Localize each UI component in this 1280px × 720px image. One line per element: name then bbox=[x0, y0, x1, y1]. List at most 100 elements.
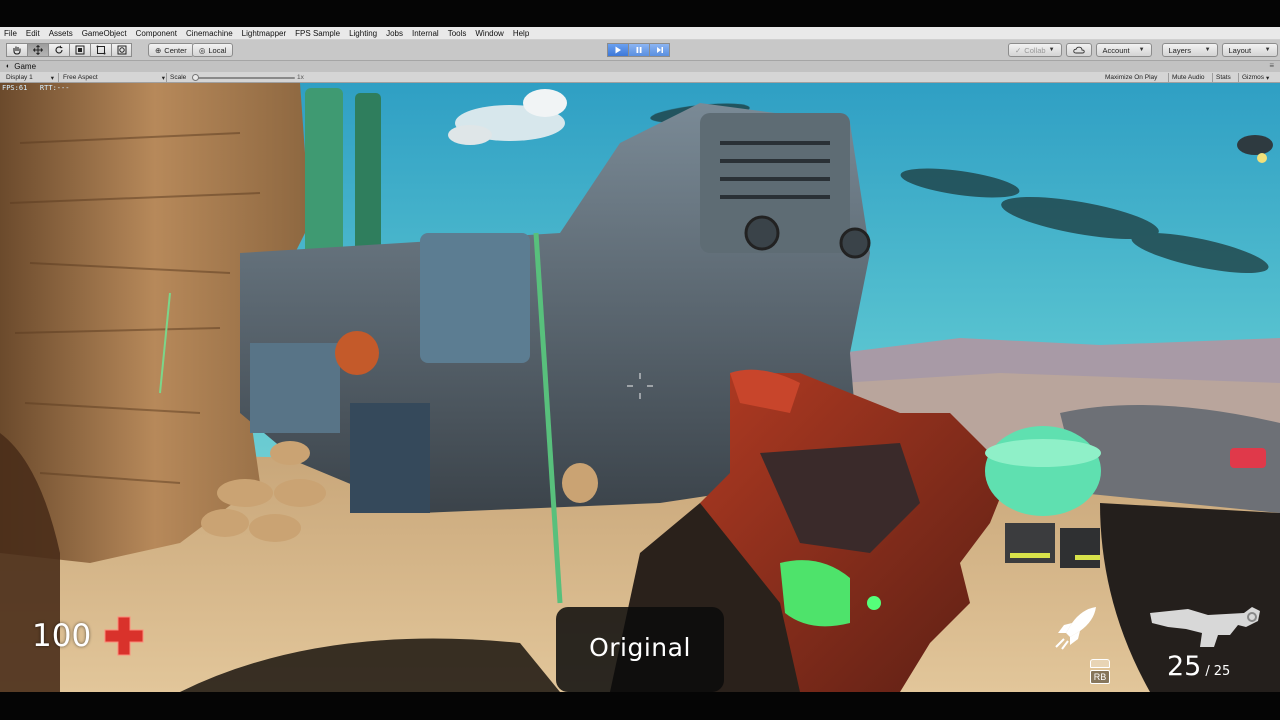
rotate-tool-button[interactable] bbox=[48, 43, 69, 57]
pivot-label: Center bbox=[164, 45, 187, 55]
account-dropdown[interactable]: Account ▼ bbox=[1095, 43, 1152, 57]
fps-readout: FPS:61 RTT:--- bbox=[2, 84, 70, 92]
menu-help[interactable]: Help bbox=[513, 29, 529, 38]
display-dropdown[interactable]: Display 1 ▾ bbox=[6, 73, 54, 82]
divider bbox=[166, 73, 167, 82]
divider bbox=[1168, 73, 1169, 82]
transform-tool-button[interactable] bbox=[111, 43, 132, 57]
chevron-down-icon: ▾ bbox=[161, 74, 165, 82]
chevron-down-icon: ▼ bbox=[1204, 47, 1211, 53]
menu-component[interactable]: Component bbox=[136, 29, 177, 38]
menu-gameobject[interactable]: GameObject bbox=[82, 29, 127, 38]
layout-label: Layout bbox=[1228, 45, 1252, 55]
account-label: Account bbox=[1102, 45, 1130, 55]
ability-button-indicator: RB bbox=[1090, 659, 1110, 685]
layout-dropdown[interactable]: Layout ▼ bbox=[1221, 43, 1278, 57]
rb-bumper-icon bbox=[1090, 659, 1110, 668]
playback-controls bbox=[607, 43, 670, 57]
scale-label: Scale bbox=[170, 74, 187, 81]
local-icon: ◎ bbox=[198, 45, 206, 55]
chevron-down-icon: ▾ bbox=[1266, 74, 1270, 82]
ammo-counter: 25 / 25 bbox=[1167, 651, 1230, 682]
cloud-button[interactable] bbox=[1065, 43, 1092, 57]
aspect-label: Free Aspect bbox=[63, 74, 98, 81]
gizmos-label: Gizmos bbox=[1242, 74, 1265, 81]
menu-cinemachine[interactable]: Cinemachine bbox=[186, 29, 233, 38]
game-tab-title: Game bbox=[14, 62, 37, 71]
scale-slider-track[interactable] bbox=[195, 77, 295, 79]
menu-assets[interactable]: Assets bbox=[49, 29, 73, 38]
letterbox-bottom bbox=[0, 692, 1280, 720]
step-button[interactable] bbox=[649, 43, 670, 57]
letterbox-top bbox=[0, 0, 1280, 27]
game-scene bbox=[0, 83, 1280, 692]
health-cross-icon bbox=[104, 616, 144, 656]
divider bbox=[1238, 73, 1239, 82]
display-label: Display 1 bbox=[6, 74, 33, 81]
right-toolbar: ✓Collab▼ Account▼ Layers▼ Layout▼ ⚙ bbox=[1008, 43, 1280, 57]
menu-tools[interactable]: Tools bbox=[448, 29, 467, 38]
menu-fps-sample[interactable]: FPS Sample bbox=[295, 29, 340, 38]
rect-tool-button[interactable] bbox=[90, 43, 111, 57]
stats-toggle[interactable]: Stats bbox=[1216, 73, 1231, 82]
menu-lightmapper[interactable]: Lightmapper bbox=[242, 29, 286, 38]
pivot-center-toggle[interactable]: ⊕ Center bbox=[148, 43, 194, 57]
health-display: 100 bbox=[32, 615, 145, 657]
main-toolbar: ⊕ Center ◎ Local ✓ Collab ▼ Account ▼ Layers ▼… bbox=[0, 40, 1280, 61]
pivot-icon: ⊕ bbox=[155, 45, 162, 55]
menu-window[interactable]: Window bbox=[475, 29, 503, 38]
rb-label: RB bbox=[1090, 670, 1110, 684]
scale-value: 1x bbox=[297, 74, 304, 81]
collab-dropdown[interactable]: ✓ Collab ▼ bbox=[1008, 43, 1062, 57]
rect-tool-icon bbox=[96, 45, 106, 55]
menu-lighting[interactable]: Lighting bbox=[349, 29, 377, 38]
layers-dropdown[interactable]: Layers ▼ bbox=[1161, 43, 1218, 57]
comparison-badge: Original bbox=[556, 607, 724, 692]
ammo-separator: / bbox=[1205, 664, 1210, 679]
mute-audio-toggle[interactable]: Mute Audio bbox=[1172, 73, 1205, 82]
collab-label: Collab bbox=[1024, 45, 1046, 55]
menu-edit[interactable]: Edit bbox=[26, 29, 40, 38]
chevron-down-icon: ▼ bbox=[1138, 47, 1145, 53]
divider bbox=[1212, 73, 1213, 82]
divider bbox=[58, 73, 59, 82]
scale-tool-icon bbox=[75, 45, 85, 55]
hand-tool-icon bbox=[13, 46, 21, 55]
transform-tool-icon bbox=[117, 45, 126, 55]
menu-bar: File Edit Assets GameObject Component Ci… bbox=[0, 27, 1280, 40]
game-tab[interactable]: ◐ Game ≡ bbox=[0, 61, 1280, 72]
pivot-local-toggle[interactable]: ◎ Local bbox=[191, 43, 234, 57]
scale-tool-button[interactable] bbox=[69, 43, 90, 57]
layers-label: Layers bbox=[1168, 45, 1192, 55]
step-icon bbox=[656, 47, 663, 53]
aspect-dropdown[interactable]: Free Aspect ▾ bbox=[63, 73, 165, 82]
health-value: 100 bbox=[32, 618, 92, 654]
chevron-down-icon: ▼ bbox=[1048, 47, 1055, 53]
badge-label: Original bbox=[589, 633, 691, 662]
scale-slider-handle[interactable] bbox=[192, 74, 199, 81]
game-viewport[interactable]: FPS:61 RTT:--- 100 Original RB 25 / 25 bbox=[0, 83, 1280, 692]
pause-icon bbox=[636, 47, 642, 53]
ammo-current: 25 bbox=[1167, 651, 1202, 682]
ammo-max: 25 bbox=[1213, 664, 1231, 679]
rotate-tool-icon bbox=[55, 45, 63, 54]
menu-jobs[interactable]: Jobs bbox=[386, 29, 403, 38]
hand-tool-button[interactable] bbox=[6, 43, 27, 57]
play-button[interactable] bbox=[607, 43, 628, 57]
gizmos-dropdown[interactable]: Gizmos ▾ bbox=[1242, 73, 1269, 82]
maximize-on-play-toggle[interactable]: Maximize On Play bbox=[1105, 73, 1157, 82]
rocket-icon bbox=[1055, 607, 1096, 650]
transform-tools bbox=[6, 43, 132, 57]
chevron-down-icon: ▾ bbox=[50, 74, 54, 82]
cloud-icon bbox=[1072, 46, 1085, 54]
pause-button[interactable] bbox=[628, 43, 649, 57]
move-tool-button[interactable] bbox=[27, 43, 48, 57]
game-controller-icon: ◐ bbox=[6, 63, 11, 70]
game-view-toolbar: Display 1 ▾ Free Aspect ▾ Scale 1x Maximiz… bbox=[0, 72, 1280, 83]
weapon-icon bbox=[1150, 607, 1260, 647]
menu-file[interactable]: File bbox=[4, 29, 17, 38]
move-tool-icon bbox=[33, 45, 43, 55]
space-label: Local bbox=[208, 45, 227, 55]
tab-menu-icon[interactable]: ≡ bbox=[1269, 61, 1274, 70]
menu-internal[interactable]: Internal bbox=[412, 29, 439, 38]
